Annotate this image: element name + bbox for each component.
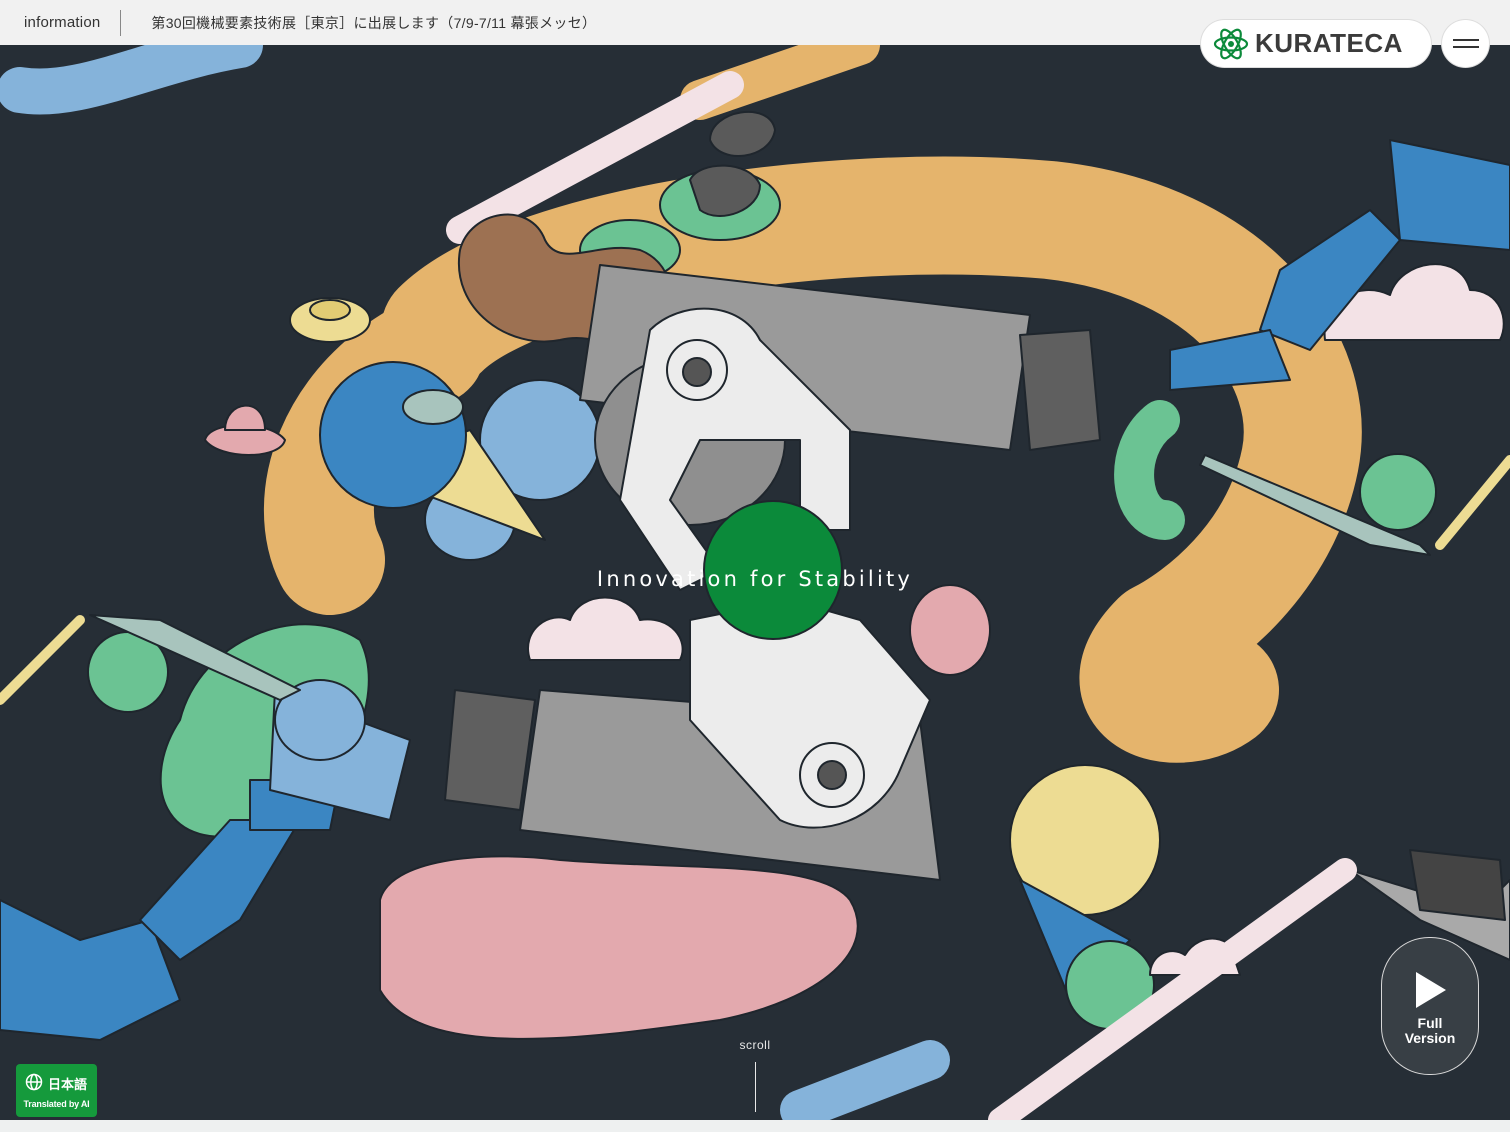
hamburger-menu-icon: [1452, 39, 1479, 41]
info-divider: [120, 9, 122, 36]
information-label: information: [24, 14, 101, 31]
hamburger-menu-button[interactable]: [1442, 20, 1489, 67]
hamburger-menu-icon-bar: [1452, 46, 1479, 48]
scroll-label: scroll: [739, 1038, 771, 1052]
logo-text: KURATECA: [1255, 28, 1403, 58]
translated-by-ai-note: Translated by AI: [23, 1099, 90, 1109]
language-label: 日本語: [48, 1077, 88, 1092]
page-bottom-edge: [0, 1120, 1510, 1132]
globe-icon: [25, 1073, 43, 1091]
full-version-video-button[interactable]: Full Version: [1381, 937, 1479, 1075]
scroll-line: [754, 1062, 756, 1112]
hero-animation: Innovation for Stability: [0, 45, 1510, 1120]
hero-tagline: Innovation for Stability: [596, 567, 914, 591]
full-version-label: Full Version: [1404, 1015, 1456, 1046]
language-switch-button[interactable]: 日本語 Translated by AI: [16, 1064, 97, 1117]
play-icon: [1416, 972, 1446, 1008]
news-link[interactable]: 第30回機械要素技術展［東京］に出展します（7/9-7/11 幕張メッセ）: [151, 13, 596, 33]
brand-logo[interactable]: KURATECA: [1201, 20, 1431, 67]
scroll-indicator[interactable]: scroll: [722, 1038, 788, 1112]
atom-logo-icon: [1213, 28, 1249, 59]
